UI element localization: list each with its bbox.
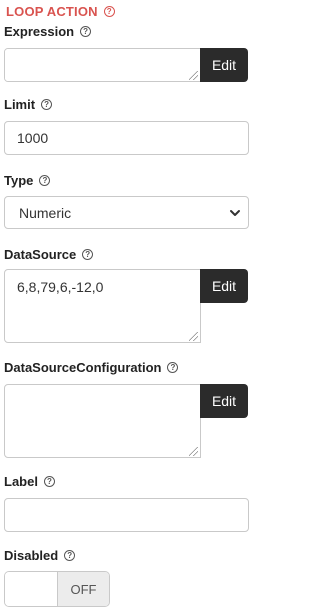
expression-label: Expression ?: [4, 24, 92, 39]
expression-label-text: Expression: [4, 24, 75, 39]
help-icon[interactable]: ?: [41, 99, 53, 110]
help-icon[interactable]: ?: [80, 26, 92, 37]
chevron-down-icon: [230, 210, 240, 216]
section-title-text: LOOP ACTION: [6, 4, 98, 19]
label-field-label: Label ?: [4, 474, 55, 489]
datasource-configuration-label: DataSourceConfiguration ?: [4, 360, 179, 375]
type-select[interactable]: Numeric: [4, 196, 249, 229]
type-selected-value: Numeric: [19, 204, 72, 221]
toggle-state-text: OFF: [56, 572, 109, 606]
label-input[interactable]: [4, 498, 249, 532]
datasource-configuration-edit-button[interactable]: Edit: [200, 384, 248, 418]
section-title: LOOP ACTION ?: [6, 4, 115, 19]
help-icon[interactable]: ?: [167, 362, 179, 373]
help-icon[interactable]: ?: [82, 249, 94, 260]
datasource-edit-button[interactable]: Edit: [200, 269, 248, 303]
expression-edit-button[interactable]: Edit: [200, 48, 248, 82]
help-icon[interactable]: ?: [39, 175, 51, 186]
help-icon[interactable]: ?: [43, 476, 55, 487]
datasource-configuration-label-text: DataSourceConfiguration: [4, 360, 162, 375]
datasource-label: DataSource ?: [4, 247, 94, 262]
help-icon[interactable]: ?: [103, 6, 115, 17]
disabled-toggle[interactable]: OFF: [4, 571, 110, 607]
type-label-text: Type: [4, 173, 34, 188]
datasource-label-text: DataSource: [4, 247, 77, 262]
datasource-configuration-input[interactable]: [4, 384, 201, 458]
type-label: Type ?: [4, 173, 51, 188]
help-icon[interactable]: ?: [64, 550, 76, 561]
limit-label-text: Limit: [4, 97, 36, 112]
expression-input[interactable]: [4, 48, 201, 82]
disabled-label-text: Disabled: [4, 548, 59, 563]
datasource-input[interactable]: 6,8,79,6,-12,0: [4, 269, 201, 343]
limit-input[interactable]: [4, 121, 249, 155]
limit-label: Limit ?: [4, 97, 53, 112]
toggle-knob: [5, 572, 57, 606]
disabled-label: Disabled ?: [4, 548, 76, 563]
label-field-label-text: Label: [4, 474, 38, 489]
